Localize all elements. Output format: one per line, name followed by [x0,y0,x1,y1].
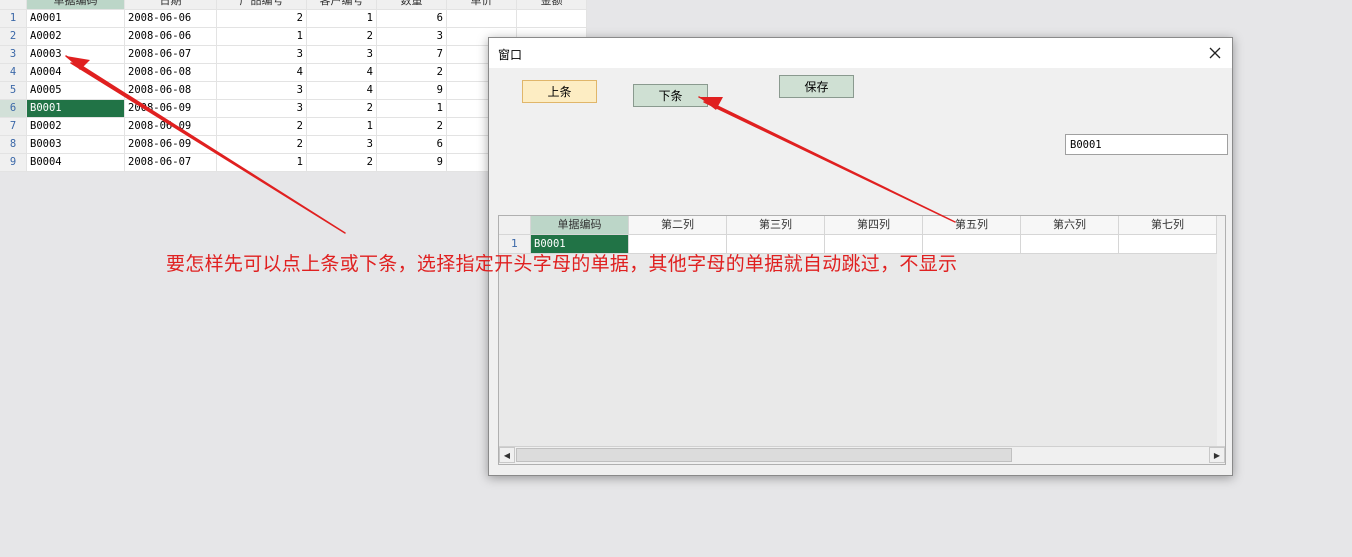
annotation-arrow-left [65,55,346,234]
annotation-arrows [65,55,956,234]
annotation-arrow-left-head [66,56,90,70]
annotation-arrow-right [698,96,956,223]
